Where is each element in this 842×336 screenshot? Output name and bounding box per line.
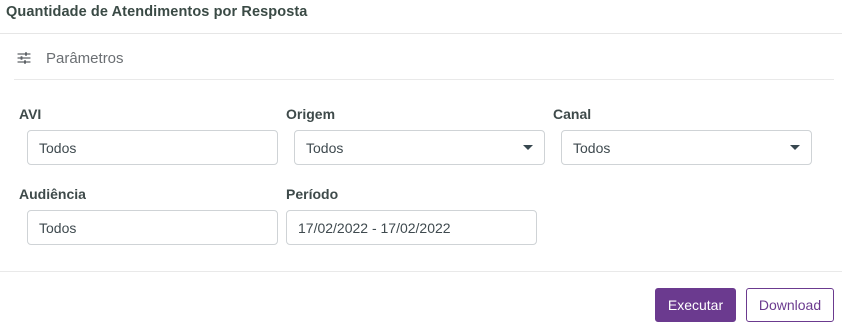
periodo-date-range-input[interactable]: 17/02/2022 - 17/02/2022: [286, 210, 537, 245]
parameters-label: Parâmetros: [46, 49, 124, 67]
parameters-divider: [14, 79, 834, 80]
chevron-down-icon: [523, 145, 533, 150]
canal-value: Todos: [573, 139, 611, 156]
origem-select[interactable]: Todos: [294, 130, 545, 165]
footer-divider: [0, 271, 842, 272]
execute-button[interactable]: Executar: [655, 288, 736, 322]
origem-label: Origem: [286, 106, 336, 122]
download-button[interactable]: Download: [746, 288, 834, 322]
origem-value: Todos: [306, 139, 344, 156]
periodo-value: 17/02/2022 - 17/02/2022: [298, 219, 451, 236]
audiencia-value: Todos: [39, 219, 77, 236]
chevron-down-icon: [790, 145, 800, 150]
audiencia-field[interactable]: Todos: [27, 210, 278, 245]
page-title: Quantidade de Atendimentos por Resposta: [6, 4, 308, 20]
report-page: Quantidade de Atendimentos por Resposta …: [0, 0, 842, 336]
sliders-icon: [17, 52, 31, 64]
parameters-header[interactable]: Parâmetros: [16, 46, 124, 70]
periodo-label: Período: [286, 186, 339, 202]
avi-value: Todos: [39, 139, 77, 156]
avi-label: AVI: [19, 106, 42, 122]
audiencia-label: Audiência: [19, 186, 86, 202]
canal-label: Canal: [553, 106, 592, 122]
avi-field[interactable]: Todos: [27, 130, 278, 165]
title-divider: [0, 33, 842, 34]
canal-select[interactable]: Todos: [561, 130, 812, 165]
